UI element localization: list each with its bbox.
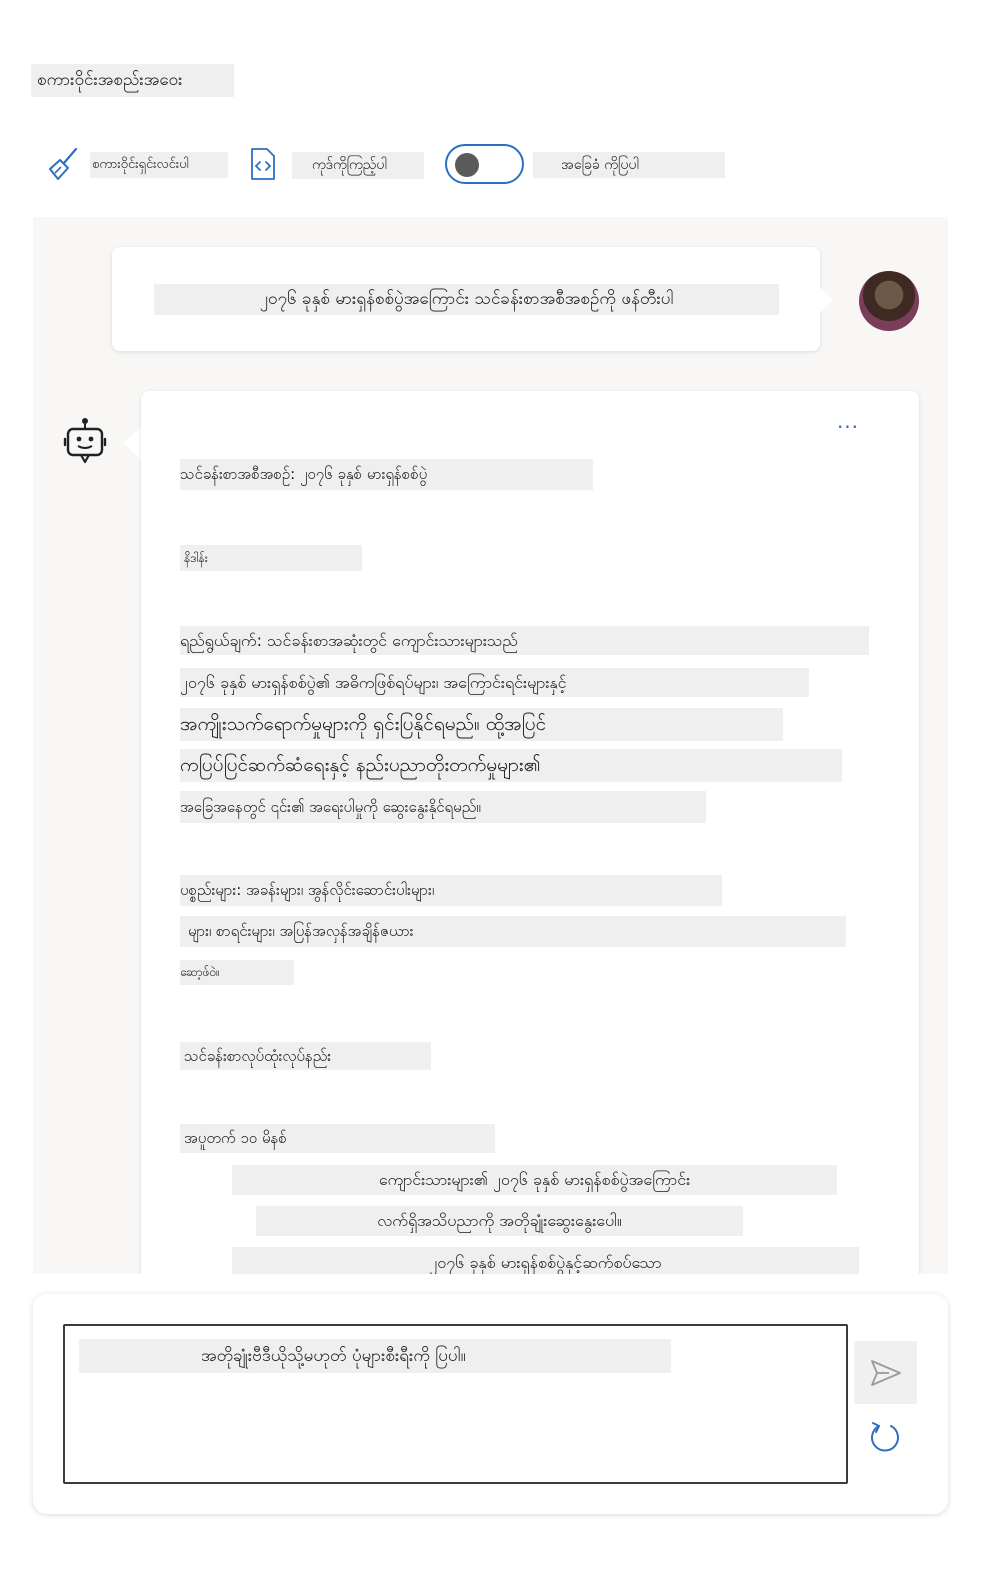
bubble-tail bbox=[817, 284, 833, 316]
bot-icon bbox=[63, 417, 107, 467]
message-line: ပစ္စည်းများ: အခန်းများ၊ အွန်လိုင်းဆောင်း… bbox=[180, 875, 722, 906]
composer: အတိုချုံးဗီဒီယိုသို့မဟုတ် ပုံများစီးရီးက… bbox=[33, 1294, 948, 1514]
broom-icon[interactable] bbox=[46, 145, 82, 183]
message-line: အကျိုးသက်ရောက်မှုများကို ရှင်းပြနိုင်ရမည… bbox=[180, 708, 783, 741]
user-message-text: ၂၀၇၆ ခုနှစ် မားရှန်စစ်ပွဲအကြောင်း သင်ခန်… bbox=[154, 284, 779, 315]
message-input[interactable]: အတိုချုံးဗီဒီယိုသို့မဟုတ် ပုံများစီးရီးက… bbox=[63, 1324, 848, 1484]
message-line: ၂၀၇၆ ခုနှစ် မားရှန်စစ်ပွဲနှင့်ဆက်စပ်သော bbox=[232, 1247, 859, 1274]
code-file-icon[interactable] bbox=[247, 146, 279, 182]
message-input-value[interactable]: အတိုချုံးဗီဒီယိုသို့မဟုတ် ပုံများစီးရီးက… bbox=[79, 1339, 671, 1373]
assistant-message-bubble: ··· သင်ခန်းစာအစီအစဉ်: ၂၀၇၆ ခုနှစ် မားရှန… bbox=[141, 391, 919, 1274]
message-line: ဆော့ဖ်ဝဲ။ bbox=[180, 960, 294, 985]
show-raw-toggle[interactable] bbox=[445, 144, 524, 184]
message-line: ကပြပ်ပြင်ဆက်ဆံရေးနှင့် နည်းပညာတိုးတက်မှု… bbox=[180, 749, 842, 782]
message-line: များ၊ စာရင်းများ၊ အပြန်အလှန်အချိန်ဇယား bbox=[180, 916, 846, 947]
message-line: နိဒါန်း bbox=[180, 545, 362, 571]
user-message-bubble: ၂၀၇၆ ခုနှစ် မားရှန်စစ်ပွဲအကြောင်း သင်ခန်… bbox=[112, 247, 820, 351]
send-icon bbox=[870, 1359, 901, 1386]
avatar bbox=[859, 271, 919, 331]
message-line: ကျောင်းသားများ၏ ၂၀၇၆ ခုနှစ် မားရှန်စစ်ပွ… bbox=[232, 1165, 837, 1195]
bubble-tail bbox=[123, 427, 141, 459]
message-line: ၂၀၇၆ ခုနှစ် မားရှန်စစ်ပွဲ၏ အဓိကဖြစ်ရပ်မျ… bbox=[180, 668, 809, 697]
refresh-icon bbox=[871, 1422, 899, 1452]
clear-chat-button[interactable]: စကားဝိုင်းရှင်းလင်းပါ bbox=[90, 152, 228, 178]
more-options-button[interactable]: ··· bbox=[831, 417, 865, 441]
toggle-knob bbox=[455, 153, 479, 177]
send-button[interactable] bbox=[854, 1341, 917, 1404]
message-line: လက်ရှိအသိပညာကို အတိုချုံးဆွေးနွေးပေါ။ bbox=[256, 1206, 743, 1236]
refresh-button[interactable] bbox=[863, 1416, 907, 1460]
chat-panel[interactable]: ၂၀၇၆ ခုနှစ် မားရှန်စစ်ပွဲအကြောင်း သင်ခန်… bbox=[33, 217, 948, 1274]
message-line: အပူတက် ၁၀ မိနစ် bbox=[180, 1124, 495, 1153]
message-line: သင်ခန်းစာလုပ်ထုံးလုပ်နည်း bbox=[180, 1042, 431, 1070]
page-title: စကားဝိုင်းအစည်းအဝေး bbox=[31, 64, 234, 97]
toggle-label: အခြေခံ ကိုပြပါ bbox=[533, 152, 725, 178]
message-line: ရည်ရွယ်ချက်: သင်ခန်းစာအဆုံးတွင် ကျောင်းသ… bbox=[180, 626, 869, 655]
message-line: အခြေအနေတွင် ၎င်း၏ အရေးပါမှုကို ဆွေးနွေးန… bbox=[180, 791, 706, 823]
message-line: သင်ခန်းစာအစီအစဉ်: ၂၀၇၆ ခုနှစ် မားရှန်စစ်… bbox=[180, 459, 593, 490]
view-code-button[interactable]: ကုဒ်ကိုကြည့်ပါ bbox=[292, 152, 424, 179]
